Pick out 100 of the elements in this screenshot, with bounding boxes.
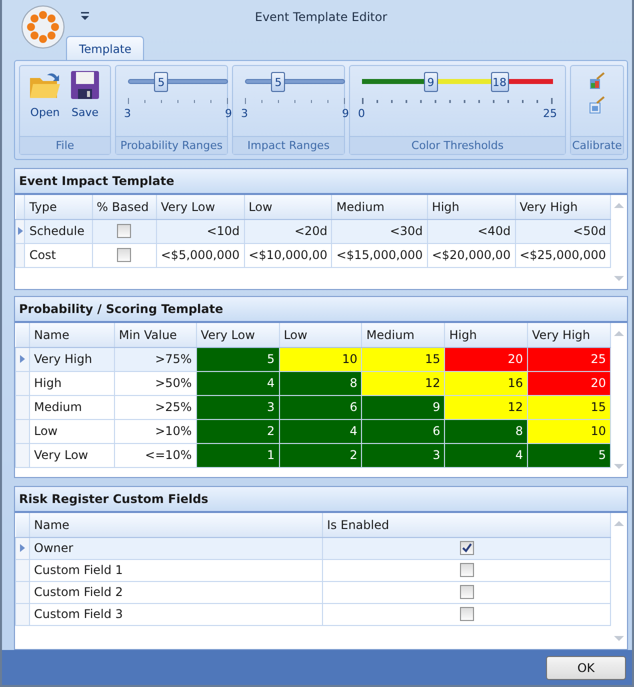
range-slider[interactable]: 5 [128, 74, 228, 90]
slider-max-label: 9 [342, 107, 349, 120]
table-cell: >10% [114, 419, 196, 443]
column-header[interactable]: Very High [528, 323, 610, 347]
score-cell: 8 [444, 419, 528, 443]
save-button[interactable]: Save [66, 66, 104, 136]
score-cell: 12 [362, 371, 445, 395]
table-cell: <20d [244, 219, 332, 243]
score-cell: 10 [528, 419, 610, 443]
slider-max-label: 9 [225, 107, 232, 120]
score-cell: 4 [444, 443, 528, 467]
column-header[interactable]: Is Enabled [322, 513, 610, 537]
slider-min-label: 3 [241, 107, 248, 120]
score-cell: 15 [362, 347, 445, 371]
table-cell: Low [29, 419, 114, 443]
column-header[interactable]: Low [279, 323, 362, 347]
group-label: Impact Ranges [233, 136, 344, 154]
app-orb-icon[interactable] [20, 4, 66, 50]
score-cell: 6 [362, 419, 445, 443]
table-cell: Custom Field 2 [30, 581, 322, 603]
score-cell: 6 [279, 395, 362, 419]
score-cell: 8 [279, 371, 362, 395]
column-header[interactable]: High [444, 323, 528, 347]
row-pointer-icon [18, 227, 23, 235]
column-header[interactable]: Medium [332, 195, 428, 219]
score-cell: 12 [444, 395, 528, 419]
table-cell: Custom Field 3 [30, 603, 322, 625]
table-cell: Very Low [29, 443, 114, 467]
slider-thumb[interactable]: 9 [424, 72, 438, 92]
column-header[interactable]: High [427, 195, 516, 219]
column-header[interactable]: Type [24, 195, 92, 219]
table-cell: <$5,000,000 [156, 243, 244, 267]
table-cell: <$15,000,000 [332, 243, 428, 267]
checkbox[interactable] [460, 541, 474, 556]
row-pointer-icon [20, 355, 25, 363]
score-cell: 5 [528, 443, 610, 467]
table-cell: <40d [427, 219, 516, 243]
score-cell: 25 [528, 347, 610, 371]
group-label: Calibrate [571, 136, 623, 154]
score-cell: 10 [279, 347, 362, 371]
score-cell: 1 [196, 443, 280, 467]
table-cell: Schedule [24, 219, 92, 243]
score-cell: 4 [279, 419, 362, 443]
table-cell: <50d [515, 219, 610, 243]
column-header[interactable]: Very Low [156, 195, 244, 219]
ok-button[interactable]: OK [546, 656, 626, 680]
section-title: Event Impact Template [15, 169, 627, 195]
column-header[interactable]: Min Value [114, 323, 196, 347]
table-cell: Custom Field 1 [30, 559, 322, 581]
score-cell: 5 [196, 347, 280, 371]
table-cell: <$20,000,00 [427, 243, 516, 267]
threshold-slider[interactable]: 9 18 [362, 74, 553, 90]
checkbox[interactable] [117, 248, 132, 262]
calibrate-button[interactable] [588, 72, 606, 90]
score-cell: 9 [362, 395, 445, 419]
checkbox[interactable] [460, 563, 474, 578]
column-header[interactable]: Very High [515, 195, 610, 219]
checkbox[interactable] [460, 585, 474, 600]
group-label: File [20, 136, 110, 154]
table-cell: Owner [30, 537, 322, 559]
section-title: Probability / Scoring Template [15, 297, 627, 323]
section-title: Risk Register Custom Fields [15, 487, 627, 513]
table-cell: Cost [24, 243, 92, 267]
table-cell: High [29, 371, 114, 395]
score-cell: 2 [196, 419, 280, 443]
checkbox[interactable] [117, 224, 132, 238]
column-header[interactable]: % Based [92, 195, 156, 219]
column-header[interactable]: Very Low [196, 323, 280, 347]
column-header[interactable]: Medium [362, 323, 445, 347]
column-header[interactable]: Name [30, 513, 322, 537]
table-cell: <$25,000,000 [515, 243, 610, 267]
row-pointer-icon [20, 544, 25, 552]
ribbon-tab[interactable]: Template [66, 36, 144, 60]
table-cell: <10d [156, 219, 244, 243]
score-cell: 20 [444, 347, 528, 371]
group-label: Color Thresholds [350, 136, 565, 154]
table-cell: >75% [114, 347, 196, 371]
table-cell: >50% [114, 371, 196, 395]
slider-thumb[interactable]: 5 [154, 72, 168, 92]
slider-max-label: 25 [543, 107, 557, 120]
slider-min-label: 3 [124, 107, 131, 120]
checkbox[interactable] [460, 607, 474, 622]
score-cell: 20 [528, 371, 610, 395]
slider-thumb[interactable]: 5 [271, 72, 286, 92]
score-cell: 3 [362, 443, 445, 467]
column-header[interactable]: Low [244, 195, 332, 219]
table-cell: <$10,000,00 [244, 243, 332, 267]
open-button[interactable]: Open [26, 66, 64, 136]
score-cell: 2 [279, 443, 362, 467]
table-cell: >25% [114, 395, 196, 419]
group-label: Probability Ranges [116, 136, 227, 154]
calibrate-button[interactable] [588, 96, 606, 114]
range-slider[interactable]: 5 [245, 74, 345, 90]
quick-access-icon[interactable] [80, 10, 90, 22]
window-title: Event Template Editor [254, 10, 388, 24]
table-cell: Medium [29, 395, 114, 419]
table-cell: <=10% [114, 443, 196, 467]
score-cell: 16 [444, 371, 528, 395]
column-header[interactable]: Name [29, 323, 114, 347]
slider-thumb[interactable]: 18 [490, 72, 509, 92]
